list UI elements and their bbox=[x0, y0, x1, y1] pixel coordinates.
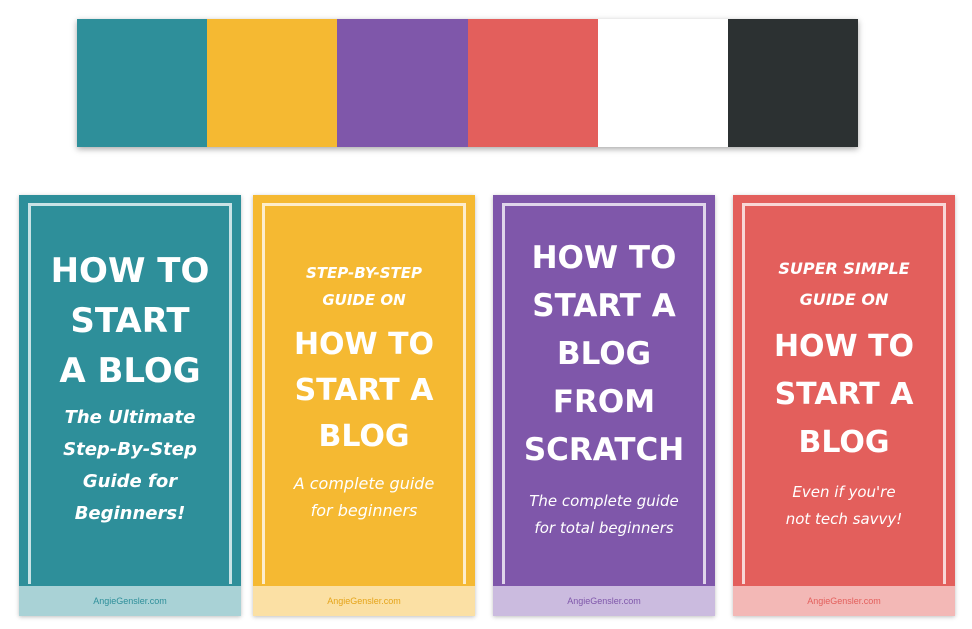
card-title-line: START A bbox=[532, 288, 676, 324]
color-swatch-yellow bbox=[207, 19, 338, 147]
card-title-line: HOW TO bbox=[293, 327, 435, 362]
color-swatch-charcoal bbox=[727, 19, 859, 147]
pin-card-purple: HOW TO START A BLOG FROM SCRATCH The com… bbox=[493, 195, 715, 616]
card-pretitle-line: GUIDE ON bbox=[799, 290, 889, 309]
card-pretitle: STEP-BY-STEP GUIDE ON bbox=[306, 260, 422, 314]
card-footer-url: AngieGensler.com bbox=[733, 586, 955, 616]
card-title-line: HOW TO bbox=[50, 251, 210, 291]
card-title-line: START A bbox=[774, 377, 914, 412]
card-title-line: FROM bbox=[552, 384, 656, 420]
card-footer-url: AngieGensler.com bbox=[19, 586, 241, 616]
color-swatch-purple bbox=[337, 19, 468, 147]
card-subtitle-line: The Ultimate bbox=[64, 407, 196, 428]
card-content: STEP-BY-STEP GUIDE ON HOW TO START A BLO… bbox=[262, 203, 466, 584]
card-pretitle-line: STEP-BY-STEP bbox=[305, 264, 422, 282]
card-title-line: BLOG bbox=[318, 419, 410, 454]
card-title-line: A BLOG bbox=[59, 351, 201, 391]
card-subtitle: A complete guide for beginners bbox=[294, 470, 435, 524]
card-footer-url: AngieGensler.com bbox=[253, 586, 475, 616]
card-title-line: START bbox=[70, 301, 190, 341]
card-content: HOW TO START A BLOG The Ultimate Step-By… bbox=[28, 203, 232, 584]
card-title-line: HOW TO bbox=[773, 329, 915, 364]
card-subtitle: The Ultimate Step-By-Step Guide for Begi… bbox=[63, 402, 197, 530]
card-title-line: START A bbox=[294, 373, 434, 408]
card-subtitle: Even if you're not tech savvy! bbox=[786, 479, 903, 533]
pin-card-coral: SUPER SIMPLE GUIDE ON HOW TO START A BLO… bbox=[733, 195, 955, 616]
pin-card-teal: HOW TO START A BLOG The Ultimate Step-By… bbox=[19, 195, 241, 616]
card-subtitle-line: not tech savvy! bbox=[785, 510, 903, 528]
color-swatch-white bbox=[597, 19, 728, 147]
card-subtitle-line: The complete guide bbox=[529, 492, 679, 510]
card-subtitle-line: Step-By-Step bbox=[63, 439, 197, 460]
card-subtitle-line: Guide for bbox=[82, 471, 178, 492]
card-title-line: HOW TO bbox=[531, 240, 677, 276]
card-subtitle-line: Beginners! bbox=[74, 503, 186, 524]
card-pretitle-line: GUIDE ON bbox=[322, 291, 406, 309]
color-swatch-teal bbox=[77, 19, 208, 147]
card-pretitle: SUPER SIMPLE GUIDE ON bbox=[778, 253, 909, 315]
card-content: HOW TO START A BLOG FROM SCRATCH The com… bbox=[502, 203, 706, 584]
color-palette bbox=[77, 19, 859, 147]
card-title: HOW TO START A BLOG bbox=[774, 323, 914, 467]
card-title-line: BLOG bbox=[798, 425, 890, 460]
card-title: HOW TO START A BLOG FROM SCRATCH bbox=[524, 234, 684, 474]
pin-card-yellow: STEP-BY-STEP GUIDE ON HOW TO START A BLO… bbox=[253, 195, 475, 616]
card-footer-url: AngieGensler.com bbox=[493, 586, 715, 616]
color-swatch-coral bbox=[467, 19, 598, 147]
card-subtitle-line: A complete guide bbox=[293, 474, 435, 493]
card-title-line: SCRATCH bbox=[523, 432, 685, 468]
card-title-line: BLOG bbox=[556, 336, 652, 372]
card-subtitle-line: for beginners bbox=[310, 501, 418, 520]
card-pretitle-line: SUPER SIMPLE bbox=[778, 259, 910, 278]
card-subtitle: The complete guide for total beginners bbox=[529, 488, 678, 542]
card-content: SUPER SIMPLE GUIDE ON HOW TO START A BLO… bbox=[742, 203, 946, 584]
card-subtitle-line: for total beginners bbox=[534, 519, 674, 537]
card-title: HOW TO START A BLOG bbox=[51, 246, 210, 396]
card-title: HOW TO START A BLOG bbox=[294, 322, 434, 460]
card-subtitle-line: Even if you're bbox=[792, 483, 896, 501]
